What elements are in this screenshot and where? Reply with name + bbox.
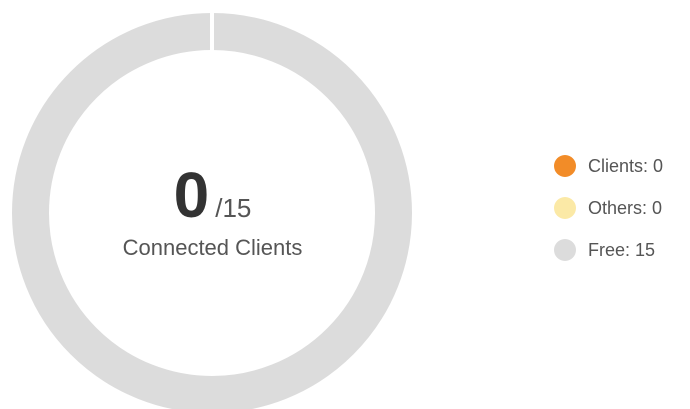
legend-item-clients: Clients: 0 — [554, 155, 663, 177]
total-capacity: /15 — [215, 193, 252, 223]
connected-count: 0 — [173, 159, 210, 231]
others-color-dot — [554, 197, 576, 219]
legend-item-others: Others: 0 — [554, 197, 663, 219]
legend-label-clients: Clients: 0 — [588, 155, 664, 176]
legend-label-free: Free: 15 — [588, 239, 656, 260]
connected-count-display: 0/15 — [0, 163, 425, 227]
connected-clients-label: Connected Clients — [122, 235, 303, 260]
clients-color-dot — [554, 155, 576, 177]
legend-label-others: Others: 0 — [588, 197, 663, 218]
free-color-dot — [554, 239, 576, 261]
chart-legend: Clients: 0 Others: 0 Free: 15 — [554, 155, 663, 281]
legend-item-free: Free: 15 — [554, 239, 663, 261]
